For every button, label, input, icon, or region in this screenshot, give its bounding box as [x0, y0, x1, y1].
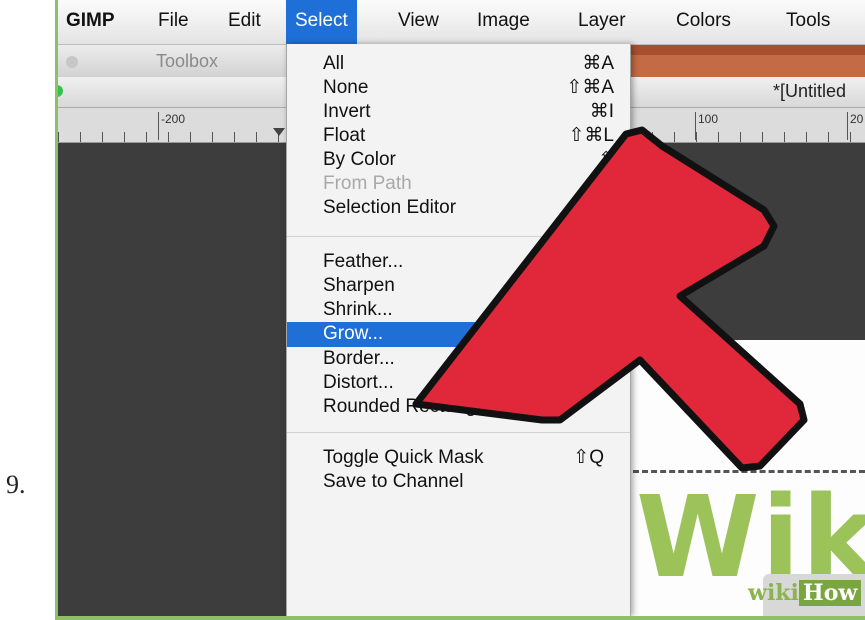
menu-image[interactable]: Image: [477, 0, 530, 44]
ruler-label: 20: [846, 112, 864, 140]
menu-layer[interactable]: Layer: [578, 0, 626, 44]
menu-item-feather[interactable]: Feather...: [287, 250, 630, 274]
menu-item-distort[interactable]: Distort...: [287, 371, 630, 395]
screenshot-frame: GIMP File Edit Select View Image Layer C…: [55, 0, 865, 620]
menu-separator: [287, 236, 630, 237]
image-window-titlebar: [618, 45, 865, 77]
menu-item-rounded-rectangle[interactable]: Rounded Rectangle...: [287, 395, 630, 419]
menu-select[interactable]: Select: [286, 0, 357, 44]
menu-item-float[interactable]: Float ⇧⌘L: [287, 124, 630, 148]
image-window-title: *[Untitled: [773, 81, 847, 101]
ruler-label: 100: [694, 112, 719, 140]
menu-item-sharpen[interactable]: Sharpen: [287, 274, 630, 298]
menu-colors[interactable]: Colors: [676, 0, 731, 44]
menu-item-toggle-quick-mask[interactable]: Toggle Quick Mask ⇧Q: [287, 446, 630, 470]
toolbox-title: Toolbox: [156, 51, 219, 71]
menu-item-from-path: From Path: [323, 173, 412, 194]
menu-tools[interactable]: Tools: [786, 0, 830, 44]
menu-item-grow[interactable]: Grow...: [287, 322, 630, 347]
menu-item-shrink[interactable]: Shrink...: [287, 298, 630, 322]
gimp-screenshot: GIMP File Edit Select View Image Layer C…: [58, 0, 865, 616]
ruler-label: -200: [157, 112, 186, 140]
menu-item-by-color[interactable]: By Color ⇧: [287, 148, 630, 172]
window-zoom-button[interactable]: [58, 85, 63, 97]
menu-item-selection-editor[interactable]: Selection Editor: [287, 196, 630, 220]
menu-file[interactable]: File: [158, 0, 189, 44]
toolbox-titlebar[interactable]: Toolbox: [58, 45, 298, 78]
menu-view[interactable]: View: [398, 0, 439, 44]
step-number: 9.: [6, 470, 26, 499]
menu-item-invert[interactable]: Invert ⌘I: [287, 100, 630, 124]
window-close-button[interactable]: [66, 56, 78, 68]
ruler-pointer-marker: [273, 128, 285, 136]
menu-item-none[interactable]: None ⇧⌘A: [287, 76, 630, 100]
menu-separator: [287, 432, 630, 433]
menu-bar: GIMP File Edit Select View Image Layer C…: [58, 0, 865, 45]
select-menu-dropdown: All ⌘A None ⇧⌘A Invert ⌘I Float ⇧⌘L By Color…: [286, 44, 631, 616]
wikihow-watermark: wiki How: [748, 580, 862, 606]
menu-item-border[interactable]: Border...: [287, 347, 630, 371]
menu-item-all[interactable]: All ⌘A: [287, 52, 630, 76]
menu-gimp[interactable]: GIMP: [66, 0, 115, 44]
menu-edit[interactable]: Edit: [228, 0, 261, 44]
menu-item-save-to-channel[interactable]: Save to Channel: [287, 470, 630, 494]
